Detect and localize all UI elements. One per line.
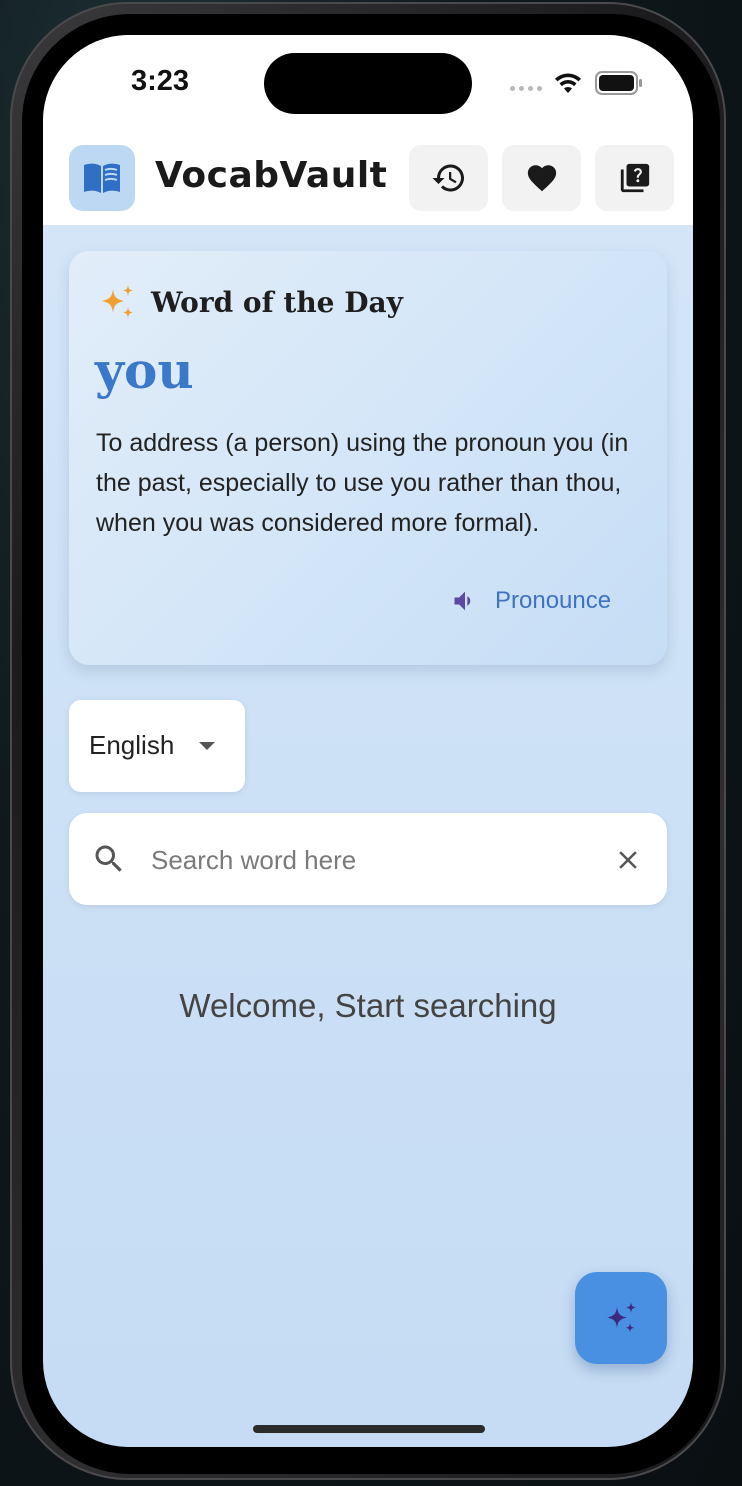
sparkles-icon xyxy=(102,285,133,318)
speaker-icon xyxy=(454,591,471,611)
quiz-button[interactable] xyxy=(595,145,674,211)
word-of-the-day-card: Word of the Day you To address (a person… xyxy=(69,251,667,665)
word-of-the-day-definition: To address (a person) using the pronoun … xyxy=(96,429,629,537)
app-bar: VocabVault xyxy=(43,143,693,225)
open-book-icon xyxy=(84,163,120,193)
heart-icon xyxy=(527,165,556,192)
cellular-signal-icon xyxy=(510,86,542,91)
quiz-icon xyxy=(620,163,649,193)
word-of-the-day-header: Word of the Day xyxy=(97,283,403,321)
language-dropdown[interactable]: English xyxy=(69,700,245,792)
home-indicator xyxy=(253,1425,485,1433)
search-bar xyxy=(69,813,667,905)
sparkles-icon xyxy=(607,1302,636,1333)
history-button[interactable] xyxy=(409,145,488,211)
app-title: VocabVault xyxy=(155,155,388,196)
battery-icon xyxy=(595,71,642,95)
search-input[interactable] xyxy=(149,833,593,887)
caret-down-icon xyxy=(199,742,215,750)
history-icon xyxy=(432,164,464,192)
welcome-message: Welcome, Start searching xyxy=(179,987,557,1024)
ai-assistant-fab[interactable] xyxy=(575,1272,667,1364)
close-icon[interactable] xyxy=(613,845,643,875)
word-of-the-day-word: you xyxy=(95,341,194,400)
app-logo xyxy=(69,145,135,211)
search-icon xyxy=(95,845,122,872)
word-of-the-day-title: Word of the Day xyxy=(151,285,403,319)
wifi-icon xyxy=(555,73,581,93)
app-screen: 3:23 VocabVault Word of the Day you To a… xyxy=(43,35,693,1447)
dynamic-island xyxy=(264,53,472,114)
language-selected-value: English xyxy=(89,730,175,760)
status-bar: 3:23 xyxy=(43,35,693,145)
favorites-button[interactable] xyxy=(502,145,581,211)
pronounce-label: Pronounce xyxy=(495,587,612,614)
pronounce-button[interactable]: Pronounce xyxy=(451,587,611,615)
status-time: 3:23 xyxy=(131,65,190,97)
